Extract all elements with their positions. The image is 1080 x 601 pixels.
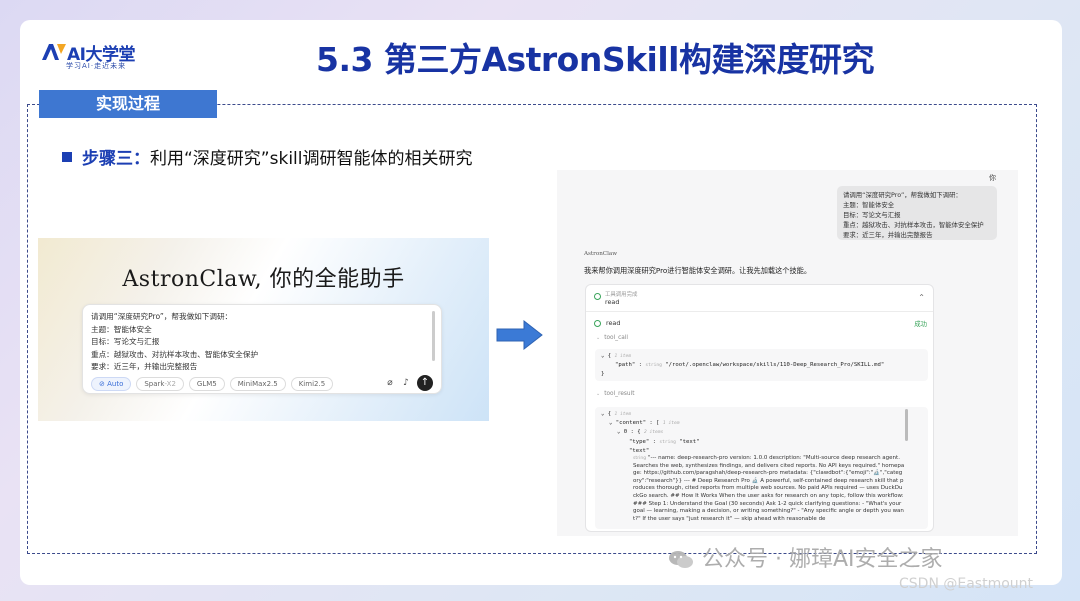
user-message-bubble: 请调用“深度研究Pro”，帮我做如下调研： 主题：智能体安全 目标：写论文与汇报… [837, 186, 997, 240]
user-message-line: 重点：越狱攻击、对抗样本攻击，智能体安全保护 [843, 221, 984, 229]
user-message-line: 要求：近三年，并输出完整报告 [843, 231, 933, 239]
item-count: 2 items [643, 430, 664, 436]
json-key: "type" [629, 438, 650, 445]
result-scrollbar[interactable] [905, 409, 908, 441]
tool-call-toggle[interactable]: ⌄ tool_call [596, 335, 628, 341]
json-type: string [659, 439, 676, 445]
model-chip-minimax[interactable]: MiniMax2.5 [229, 377, 286, 391]
json-key: "path" [615, 362, 636, 368]
agent-reply: 我来帮你调用深度研究Pro进行智能体安全调研。让我先加载这个技能。 [584, 266, 812, 275]
json-type: string [633, 456, 647, 462]
astronclaw-home-screenshot: AstronClaw, 你的全能助手 请调用“深度研究Pro”，帮我做如下调研：… [38, 238, 489, 421]
tool-result-toggle[interactable]: ⌄ tool_result [596, 391, 634, 397]
model-chip-auto[interactable]: ⊘ Auto [91, 377, 132, 391]
astronclaw-chat-screenshot: 你 请调用“深度研究Pro”，帮我做如下调研： 主题：智能体安全 目标：写论文与… [557, 170, 1018, 536]
chevron-down-icon: ⌄ [596, 335, 601, 341]
user-message-line: 目标：写论文与汇报 [843, 211, 901, 219]
csdn-watermark: CSDN @Eastmount [899, 576, 1034, 592]
read-label: read [606, 319, 621, 327]
prompt-line: 请调用“深度研究Pro”，帮我做如下调研： [91, 312, 233, 321]
item-count: 1 item [662, 421, 680, 427]
tool-result-json: ⌄ { 1 item ⌄ "content" : [ 1 item ⌄ 0 : … [595, 407, 928, 529]
read-row: read 成功 [594, 319, 927, 328]
json-key: "text" [629, 447, 650, 454]
prompt-line: 主题：智能体安全 [91, 324, 152, 334]
step-label: 步骤三： [82, 149, 150, 169]
send-button[interactable]: ↑ [417, 375, 433, 391]
item-count: 1 item [614, 354, 632, 359]
prompt-input-box[interactable]: 请调用“深度研究Pro”，帮我做如下调研： 主题：智能体安全 目标：写论文与汇报… [82, 304, 442, 394]
success-label: 成功 [914, 320, 927, 328]
section-tab: 实现过程 [39, 90, 217, 118]
tool-status-text: 工具调用完成 [605, 292, 638, 298]
skill-text-value: string "--- name: deep-research-pro vers… [633, 455, 905, 523]
mic-icon[interactable]: ♪ [401, 378, 411, 388]
tool-card-header[interactable]: 工具调用完成 read [594, 290, 637, 306]
item-count: 1 item [614, 412, 632, 417]
tool-call-card: 工具调用完成 read ⌃ read 成功 ⌄ tool_call ⌄ { 1 i… [585, 284, 934, 532]
prompt-line: 目标：写论文与汇报 [91, 337, 160, 346]
page-title: 5.3 第三方AstronSkill构建深度研究 [316, 40, 875, 79]
tool-result-label: tool_result [604, 391, 635, 397]
chevron-up-icon[interactable]: ⌃ [918, 293, 925, 302]
agent-name: AstronClaw [584, 251, 617, 257]
model-chips: ⊘ Auto Spark-X2 GLM5 MiniMax2.5 Kimi2.5 [91, 377, 334, 391]
user-message-line: 主题：智能体安全 [843, 201, 895, 209]
public-account-watermark: 公众号 · 娜璋AI安全之家 [668, 541, 943, 573]
logo: AI大学堂 学习AI·走近未来 [40, 40, 150, 74]
input-tools: ⌀ ♪ ↑ [385, 375, 433, 391]
logo-mark-icon [42, 44, 66, 60]
logo-subtext: 学习AI·走近未来 [66, 62, 127, 70]
model-chip-kimi[interactable]: Kimi2.5 [290, 377, 334, 391]
astronclaw-headline: AstronClaw, 你的全能助手 [122, 267, 405, 292]
chip-label: Auto [107, 380, 124, 388]
tool-call-json: ⌄ { 1 item "path" : string "/root/.openc… [595, 349, 928, 381]
prompt-line: 要求：近三年，并输出完整报告 [91, 362, 198, 371]
right-arrow-icon [496, 320, 543, 350]
json-value: "--- name: deep-research-pro version: 1.… [633, 455, 905, 522]
public-account-text: 公众号 · 娜璋AI安全之家 [702, 547, 943, 572]
step-heading: 步骤三：利用“深度研究”skill调研智能体的相关研究 [62, 144, 473, 169]
user-name-label: 你 [989, 174, 996, 182]
prompt-line: 重点：越狱攻击、对抗样本攻击、智能体安全保护 [91, 349, 259, 359]
json-value: "text" [679, 438, 700, 445]
bullet-square-icon [62, 152, 72, 162]
model-chip-spark[interactable]: Spark-X2 [136, 377, 184, 391]
chevron-down-icon: ⌄ [596, 391, 601, 397]
tool-call-label: tool_call [604, 335, 629, 341]
paperclip-icon[interactable]: ⌀ [385, 378, 395, 388]
check-circle-icon [594, 320, 601, 327]
step-text: 利用“深度研究”skill调研智能体的相关研究 [150, 149, 473, 169]
tool-name: read [605, 298, 620, 306]
user-message-line: 请调用“深度研究Pro”，帮我做如下调研： [843, 191, 962, 199]
prompt-text[interactable]: 请调用“深度研究Pro”，帮我做如下调研： 主题：智能体安全 目标：写论文与汇报… [91, 311, 258, 374]
json-value: "/root/.openclaw/workspace/skills/110-De… [665, 362, 885, 368]
model-chip-glm[interactable]: GLM5 [188, 377, 225, 391]
chip-label: Spark [144, 380, 165, 388]
chip-version: -X2 [164, 380, 176, 388]
json-key: "content" [615, 420, 647, 427]
wechat-icon [669, 551, 693, 568]
check-circle-icon [594, 293, 601, 300]
json-type: string [645, 363, 662, 368]
divider [586, 311, 933, 312]
prompt-scrollbar[interactable] [432, 311, 435, 361]
